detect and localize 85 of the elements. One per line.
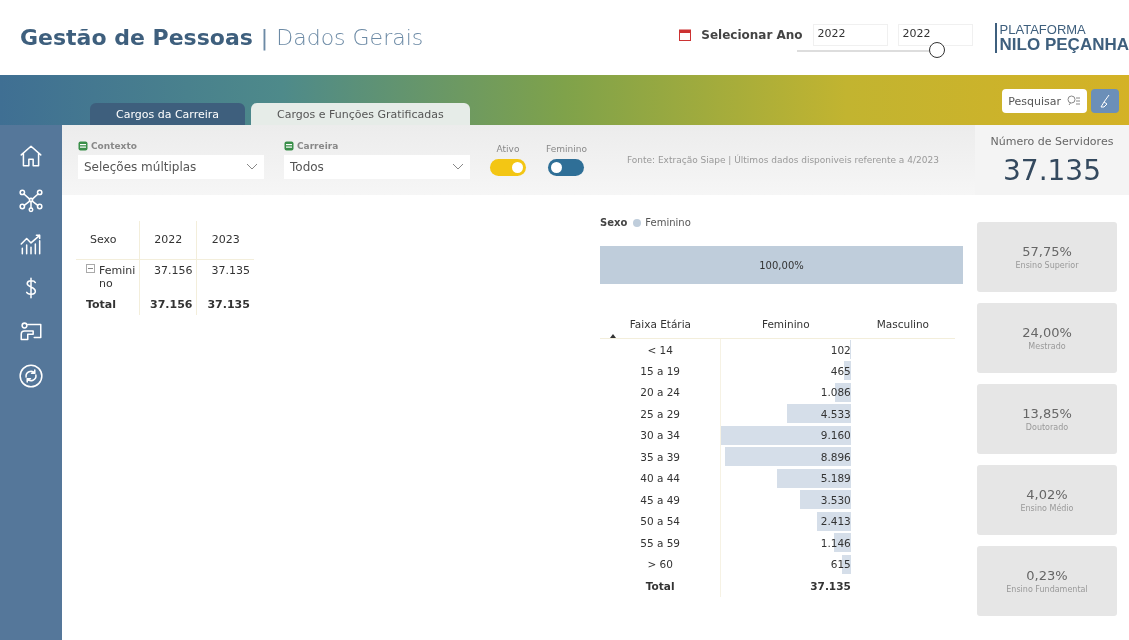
- stat-label: Ensino Fundamental: [1006, 585, 1088, 594]
- source-note: Fonte: Extração Siape | Últimos dados disponiveis referente a 4/2023: [626, 155, 939, 165]
- column-header: Sexo: [76, 221, 140, 259]
- page-subtitle: Dados Gerais: [276, 25, 424, 50]
- table-cell: 102: [830, 343, 851, 356]
- table-cell: 37.135: [196, 259, 254, 294]
- kpi-label: Número de Servidores: [990, 135, 1114, 148]
- dropdown-label: Contexto: [91, 141, 137, 151]
- legend-title: Sexo: [600, 217, 628, 228]
- toggle-label: Feminino: [546, 144, 587, 154]
- sort-icon: [610, 334, 616, 338]
- table-cell: 615: [830, 558, 851, 571]
- stat-label: Mestrado: [1028, 342, 1066, 351]
- collapse-icon[interactable]: [86, 263, 95, 273]
- database-icon: [78, 141, 88, 151]
- chevron-down-icon: [452, 163, 464, 171]
- age-range: 45 a 49: [600, 489, 721, 511]
- clear-button[interactable]: [1091, 89, 1119, 113]
- column-header: 2022: [139, 221, 197, 259]
- age-range: 50 a 54: [600, 510, 721, 532]
- table-cell: 1.086: [820, 386, 851, 399]
- age-range: 30 a 34: [600, 424, 721, 446]
- page-title: Gestão de Pessoas: [20, 25, 253, 50]
- table-cell: 5.189: [820, 472, 851, 485]
- tab[interactable]: Cargos e Funções Gratificadas: [251, 103, 470, 125]
- legend-label: Feminino: [645, 217, 691, 228]
- age-range: > 60: [600, 553, 721, 575]
- age-range: 55 a 59: [600, 532, 721, 554]
- dropdown[interactable]: Seleções múltiplas: [78, 155, 264, 179]
- toggle-switch[interactable]: [548, 159, 585, 176]
- year-picker-label: Selecionar Ano: [701, 27, 803, 42]
- column-header: Feminino: [761, 318, 810, 330]
- age-range: 40 a 44: [600, 467, 721, 489]
- home-icon: [18, 143, 44, 169]
- database-icon: [284, 141, 294, 151]
- table-cell: 4.533: [820, 407, 851, 420]
- table-cell: 3.530: [820, 493, 851, 506]
- refresh-icon: [18, 363, 44, 389]
- age-range: 15 a 19: [600, 360, 721, 382]
- stacked-bar: 100,00%: [600, 246, 963, 284]
- kpi-value: 37.135: [1003, 154, 1101, 187]
- column-header: 2023: [196, 221, 254, 259]
- column-header: Masculino: [876, 318, 930, 330]
- search-field[interactable]: Pesquisar: [1002, 89, 1087, 113]
- stat-value: 13,85%: [1022, 406, 1072, 421]
- slider-handle[interactable]: [929, 41, 946, 58]
- stat-label: Doutorado: [1025, 423, 1069, 432]
- logo-text: PLATAFORMA: [999, 22, 1087, 36]
- age-range: 20 a 24: [600, 381, 721, 403]
- total-cell: 37.135: [810, 579, 851, 592]
- dropdown-label: Carreira: [297, 141, 339, 151]
- column-header: Faixa Etária: [629, 318, 692, 330]
- table-cell: 37.156: [139, 259, 197, 294]
- total-label: Total: [600, 575, 721, 597]
- year-from-field[interactable]: 2022: [812, 23, 888, 46]
- logo-name: NILO PEÇANHA: [999, 35, 1129, 53]
- stat-label: Ensino Médio: [1020, 504, 1074, 513]
- stat-value: 0,23%: [1026, 568, 1068, 583]
- table-cell: 8.896: [820, 450, 851, 463]
- toggle-switch[interactable]: [490, 159, 526, 176]
- table-cell: 465: [830, 364, 851, 377]
- total-label: Total: [76, 293, 140, 315]
- stat-label: Ensino Superior: [1015, 261, 1079, 270]
- chevron-down-icon: [246, 163, 258, 171]
- row-label: Femini no: [99, 263, 135, 290]
- year-to-field[interactable]: 2022: [897, 23, 973, 46]
- search-icon: [1067, 95, 1081, 107]
- stat-value: 57,75%: [1022, 244, 1072, 259]
- stat-value: 24,00%: [1022, 325, 1072, 340]
- age-range: < 14: [600, 338, 721, 360]
- calendar-icon: [679, 28, 692, 41]
- broom-icon: [1098, 94, 1112, 108]
- network-icon: [18, 187, 44, 213]
- total-cell: 37.156: [139, 293, 197, 315]
- dropdown[interactable]: Todos: [284, 155, 470, 179]
- table-cell: 2.413: [820, 515, 851, 528]
- table-cell: 9.160: [820, 429, 851, 442]
- stat-value: 4,02%: [1026, 487, 1068, 502]
- age-range: 25 a 29: [600, 403, 721, 425]
- total-cell: 37.135: [196, 293, 254, 315]
- title-separator: |: [260, 25, 269, 50]
- age-range: 35 a 39: [600, 446, 721, 468]
- tab[interactable]: Cargos da Carreira: [90, 103, 246, 125]
- table-cell: 1.146: [820, 536, 851, 549]
- toggle-label: Ativo: [496, 144, 520, 154]
